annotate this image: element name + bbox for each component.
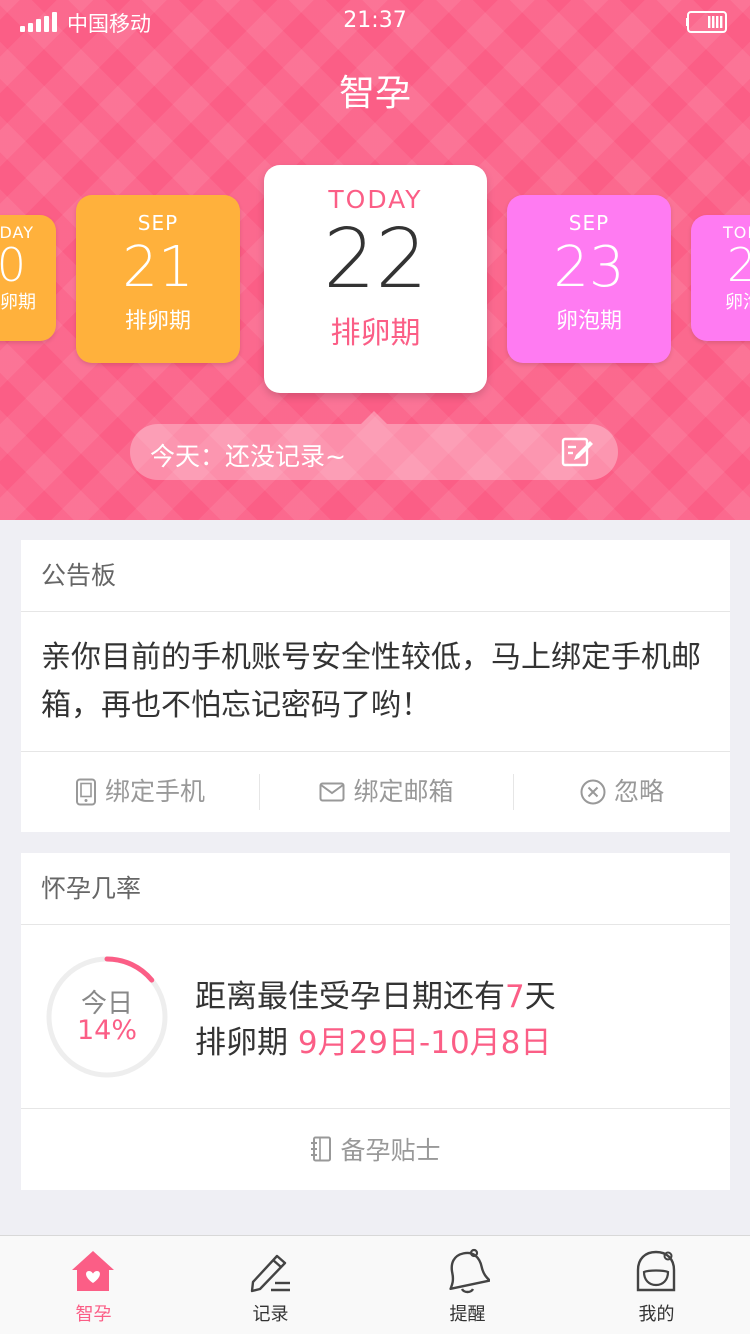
bind-phone-label: 绑定手机 (104, 777, 205, 806)
ovulation-label: 排卵期 (195, 1025, 288, 1061)
countdown-prefix: 距离最佳受孕日期还有 (195, 979, 505, 1015)
card-phase: 卵泡期 (725, 292, 750, 313)
status-bar: 中国移动 21:37 (0, 0, 750, 40)
tips-label: 备孕贴士 (340, 1136, 441, 1165)
ovulation-dates: 9月29日-10月8日 (297, 1025, 552, 1061)
bell-icon (449, 1248, 490, 1294)
today-note-text: 今天：还没记录~ (150, 442, 346, 471)
date-card-today[interactable]: TODAY 22 排卵期 (264, 165, 487, 393)
ring-value: 14% (76, 1015, 137, 1046)
tab-label: 智孕 (75, 1304, 112, 1325)
today-note-bar[interactable]: 今天：还没记录~ (130, 424, 618, 480)
tab-record[interactable]: 记录 (177, 1236, 364, 1334)
card-month: SEP (568, 211, 610, 235)
card-month: TODAY (328, 185, 423, 214)
notice-board: 公告板 亲你目前的手机账号安全性较低，马上绑定手机邮箱，再也不怕忘记密码了哟！ … (21, 540, 730, 832)
card-day: 24 (727, 238, 750, 292)
date-card-right-edge[interactable]: TODAY 24 卵泡期 (691, 215, 750, 341)
tab-label: 我的 (638, 1304, 675, 1325)
notice-message: 亲你目前的手机账号安全性较低，马上绑定手机邮箱，再也不怕忘记密码了哟！ (21, 612, 730, 752)
bind-email-button[interactable]: 绑定邮箱 (260, 752, 513, 831)
card-day: 23 (553, 235, 625, 300)
notice-title: 公告板 (21, 540, 730, 612)
card-day: 22 (323, 212, 428, 307)
pregnancy-tips-button[interactable]: 备孕贴士 (21, 1109, 730, 1189)
fertility-card: 怀孕几率 今日 14% 距离最佳受孕日期还有7天 排卵期 9月29日-10月8日… (21, 853, 730, 1190)
countdown-days: 7 (505, 979, 525, 1015)
card-day: 20 (0, 238, 26, 292)
pencil-icon (250, 1254, 290, 1293)
bind-email-label: 绑定邮箱 (353, 777, 454, 806)
battery-icon (686, 11, 727, 33)
date-card-prev[interactable]: SEP 21 排卵期 (76, 195, 240, 363)
ignore-button[interactable]: 忽略 (514, 752, 730, 831)
notice-actions: 绑定手机 绑定邮箱 忽略 (21, 752, 730, 831)
card-phase: 卵泡期 (555, 309, 622, 334)
card-month: SEP (137, 211, 179, 235)
header: 中国移动 21:37 智孕 TODAY 20 排卵期 SEP 21 排卵期 TO… (0, 0, 750, 520)
tab-mine[interactable]: 我的 (563, 1236, 750, 1334)
note-pointer (361, 411, 387, 424)
ignore-label: 忽略 (613, 777, 664, 806)
date-card-next[interactable]: SEP 23 卵泡期 (507, 195, 671, 363)
tab-label: 记录 (252, 1304, 289, 1325)
tab-bar: 智孕 记录 提醒 我的 (0, 1235, 750, 1334)
close-circle-icon (580, 779, 606, 804)
page-title: 智孕 (338, 73, 411, 114)
profile-avatar-icon (636, 1250, 676, 1292)
card-phase: 排卵期 (0, 292, 36, 313)
ovulation-range: 排卵期 9月29日-10月8日 (195, 1017, 551, 1062)
bind-phone-button[interactable]: 绑定手机 (21, 752, 259, 831)
best-day-countdown: 距离最佳受孕日期还有7天 (195, 971, 556, 1016)
card-phase: 排卵期 (124, 309, 191, 334)
home-heart-icon (72, 1251, 114, 1291)
date-card-left-edge[interactable]: TODAY 20 排卵期 (0, 215, 56, 341)
phone-icon (75, 778, 96, 805)
fertility-body: 今日 14% 距离最佳受孕日期还有7天 排卵期 9月29日-10月8日 (21, 925, 730, 1109)
status-time: 21:37 (343, 8, 407, 33)
edit-icon[interactable] (560, 435, 594, 469)
tab-label: 提醒 (449, 1304, 486, 1325)
tab-reminder[interactable]: 提醒 (374, 1236, 561, 1334)
countdown-suffix: 天 (524, 979, 556, 1015)
fertility-title: 怀孕几率 (21, 853, 730, 925)
tab-home[interactable]: 智孕 (0, 1236, 187, 1334)
mail-icon (319, 782, 345, 801)
card-phase: 排卵期 (330, 316, 421, 351)
notebook-icon (311, 1136, 332, 1162)
card-day: 21 (122, 235, 194, 300)
